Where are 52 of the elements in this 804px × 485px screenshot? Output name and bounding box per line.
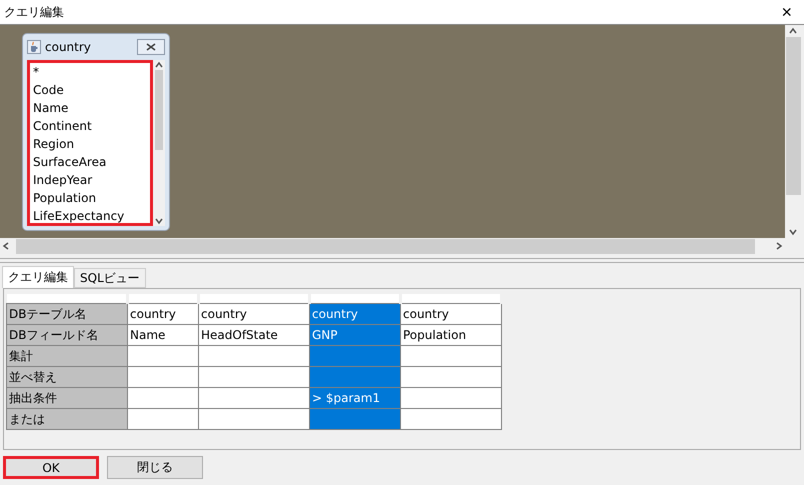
- grid-cell[interactable]: country: [310, 304, 400, 325]
- close-button[interactable]: 閉じる: [107, 456, 203, 479]
- field-item[interactable]: Population: [33, 189, 147, 208]
- grid-cell[interactable]: country: [198, 304, 310, 325]
- grid-cell[interactable]: country: [400, 304, 502, 325]
- field-item[interactable]: Region: [33, 135, 147, 154]
- grid-cell[interactable]: [400, 366, 502, 388]
- field-item[interactable]: Continent: [33, 117, 147, 136]
- horizontal-scrollbar[interactable]: [0, 238, 785, 254]
- grid-cell[interactable]: HeadOfState: [198, 324, 310, 346]
- field-item[interactable]: Code: [33, 81, 147, 100]
- grid-cell[interactable]: [310, 366, 400, 388]
- grid-cell[interactable]: [310, 408, 400, 430]
- row-label: DBテーブル名: [6, 304, 128, 325]
- grid-cell[interactable]: [128, 388, 198, 409]
- close-icon: [146, 43, 156, 52]
- window-title: クエリ編集: [4, 4, 64, 21]
- ok-button[interactable]: OK: [3, 456, 99, 479]
- row-label: 集計: [6, 346, 128, 367]
- grid-cell[interactable]: [400, 408, 502, 430]
- field-item[interactable]: *: [33, 63, 147, 82]
- grid-cell[interactable]: > $param1: [310, 388, 400, 409]
- row-label: 並べ替え: [6, 366, 128, 388]
- grid-cell[interactable]: [198, 346, 310, 367]
- grid-cell[interactable]: Population: [400, 324, 502, 346]
- grid-cell[interactable]: [198, 388, 310, 409]
- grid-cell[interactable]: [400, 388, 502, 409]
- field-item[interactable]: IndepYear: [33, 171, 147, 190]
- grid-cell[interactable]: [310, 346, 400, 367]
- grid-cell[interactable]: [400, 346, 502, 367]
- row-label: または: [6, 408, 128, 430]
- row-label: DBフィールド名: [6, 324, 128, 346]
- field-item[interactable]: LifeExpectancy: [33, 207, 147, 224]
- tab[interactable]: クエリ編集: [2, 266, 74, 288]
- grid-cell[interactable]: [128, 346, 198, 367]
- coffee-cup-icon: [27, 40, 41, 54]
- field-item[interactable]: Name: [33, 99, 147, 118]
- grid-cell[interactable]: Name: [128, 324, 198, 346]
- row-label: 抽出条件: [6, 388, 128, 409]
- grid-cell[interactable]: [128, 408, 198, 430]
- close-button[interactable]: [137, 39, 165, 56]
- grid-cell[interactable]: [198, 366, 310, 388]
- grid-cell[interactable]: [198, 408, 310, 430]
- vertical-scrollbar[interactable]: [785, 25, 801, 238]
- tab[interactable]: SQLビュー: [74, 268, 146, 288]
- table-title: country: [45, 40, 92, 54]
- grid-cell[interactable]: [128, 366, 198, 388]
- close-button[interactable]: ×: [777, 3, 796, 22]
- field-item[interactable]: SurfaceArea: [33, 153, 147, 172]
- grid-cell[interactable]: country: [128, 304, 198, 325]
- scrollbar[interactable]: [153, 60, 165, 226]
- grid-cell[interactable]: GNP: [310, 324, 400, 346]
